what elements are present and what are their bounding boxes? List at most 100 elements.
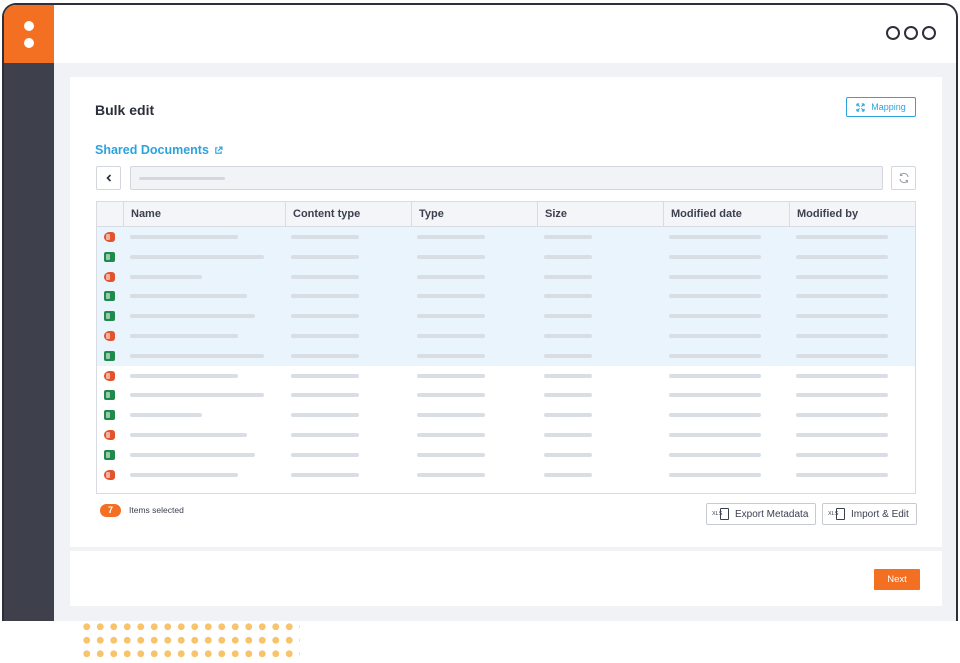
cell-placeholder xyxy=(417,254,485,259)
cell-placeholder xyxy=(291,235,359,239)
refresh-icon xyxy=(898,172,909,184)
cell-placeholder xyxy=(291,432,359,437)
table-row[interactable] xyxy=(97,266,915,287)
table-row[interactable] xyxy=(97,405,915,425)
excel-icon xyxy=(104,410,115,421)
powerpoint-icon xyxy=(104,271,115,282)
back-button[interactable] xyxy=(96,166,121,190)
powerpoint-icon xyxy=(104,370,115,381)
cell-placeholder xyxy=(544,432,592,437)
column-header-type[interactable]: Type xyxy=(411,202,537,226)
excel-icon xyxy=(104,390,115,401)
cell-placeholder xyxy=(417,333,485,338)
cell-placeholder xyxy=(796,472,888,477)
xls-file-icon: XLS xyxy=(828,507,846,521)
cell-placeholder xyxy=(130,235,238,239)
cell-placeholder xyxy=(130,472,238,477)
table-row[interactable] xyxy=(97,385,915,405)
cell-placeholder xyxy=(291,393,359,398)
cell-placeholder xyxy=(130,413,202,418)
cell-placeholder xyxy=(291,472,359,477)
selected-count-label: Items selected xyxy=(129,505,184,515)
cell-placeholder xyxy=(669,452,761,457)
table-row[interactable] xyxy=(97,345,915,366)
column-header-name[interactable]: Name xyxy=(123,202,285,226)
export-metadata-button[interactable]: XLS Export Metadata xyxy=(706,503,816,525)
cell-placeholder xyxy=(796,254,888,259)
cell-placeholder xyxy=(130,333,238,338)
column-header-modified-date[interactable]: Modified date xyxy=(663,202,789,226)
cell-placeholder xyxy=(796,373,888,378)
refresh-button[interactable] xyxy=(891,166,916,190)
top-bar xyxy=(4,5,956,63)
cell-placeholder xyxy=(417,353,485,358)
table-row[interactable] xyxy=(97,445,915,465)
next-button[interactable]: Next xyxy=(874,569,920,590)
table-row[interactable] xyxy=(97,227,915,247)
cell-placeholder xyxy=(669,294,761,299)
cell-placeholder xyxy=(417,314,485,319)
documents-table: Name Content type Type Size Modified dat… xyxy=(96,201,916,494)
cell-placeholder xyxy=(796,314,888,319)
expand-arrows-icon xyxy=(856,102,865,112)
cell-placeholder xyxy=(669,413,761,418)
cell-placeholder xyxy=(669,432,761,437)
table-row[interactable] xyxy=(97,325,915,346)
export-metadata-label: Export Metadata xyxy=(735,508,809,520)
excel-icon xyxy=(104,291,115,302)
import-edit-button[interactable]: XLS Import & Edit xyxy=(822,503,917,525)
cell-placeholder xyxy=(417,472,485,477)
cell-placeholder xyxy=(291,373,359,378)
table-row[interactable] xyxy=(97,246,915,267)
table-row[interactable] xyxy=(97,306,915,326)
cell-placeholder xyxy=(669,274,761,279)
cell-placeholder xyxy=(796,274,888,279)
header-icon-column xyxy=(97,202,123,226)
cell-placeholder xyxy=(544,333,592,338)
cell-placeholder xyxy=(669,314,761,319)
app-window: Bulk edit Mapping Shared Documents Name … xyxy=(2,3,958,621)
cell-placeholder xyxy=(544,314,592,319)
cell-placeholder xyxy=(130,373,238,378)
powerpoint-icon xyxy=(104,330,115,341)
external-link-icon xyxy=(215,145,223,154)
cell-placeholder xyxy=(417,393,485,398)
table-header: Name Content type Type Size Modified dat… xyxy=(97,202,915,227)
cell-placeholder xyxy=(544,235,592,239)
wizard-footer: Next xyxy=(70,551,942,606)
cell-placeholder xyxy=(291,452,359,457)
excel-icon xyxy=(104,311,115,322)
mapping-button[interactable]: Mapping xyxy=(846,97,916,117)
powerpoint-icon xyxy=(104,429,115,440)
cell-placeholder xyxy=(669,353,761,358)
cell-placeholder xyxy=(544,373,592,378)
cell-placeholder xyxy=(417,452,485,457)
column-header-modified-by[interactable]: Modified by xyxy=(789,202,915,226)
column-header-size[interactable]: Size xyxy=(537,202,663,226)
cell-placeholder xyxy=(130,353,264,358)
cell-placeholder xyxy=(130,393,264,398)
column-header-content-type[interactable]: Content type xyxy=(285,202,411,226)
table-body xyxy=(97,227,915,484)
cell-placeholder xyxy=(796,294,888,299)
cell-placeholder xyxy=(544,452,592,457)
table-row[interactable] xyxy=(97,425,915,445)
folder-path-field[interactable] xyxy=(130,166,883,190)
cell-placeholder xyxy=(669,393,761,398)
cell-placeholder xyxy=(417,432,485,437)
window-menu-icon[interactable] xyxy=(886,26,936,40)
library-name: Shared Documents xyxy=(95,143,209,157)
cell-placeholder xyxy=(796,353,888,358)
table-row[interactable] xyxy=(97,465,915,485)
cell-placeholder xyxy=(417,294,485,299)
cell-placeholder xyxy=(669,373,761,378)
table-row[interactable] xyxy=(97,286,915,307)
powerpoint-icon xyxy=(104,469,115,480)
cell-placeholder xyxy=(291,254,359,259)
cell-placeholder xyxy=(544,472,592,477)
cell-placeholder xyxy=(130,452,255,457)
library-link[interactable]: Shared Documents xyxy=(95,143,223,157)
xls-file-icon: XLS xyxy=(712,507,730,521)
table-row[interactable] xyxy=(97,366,915,386)
cell-placeholder xyxy=(130,274,202,279)
